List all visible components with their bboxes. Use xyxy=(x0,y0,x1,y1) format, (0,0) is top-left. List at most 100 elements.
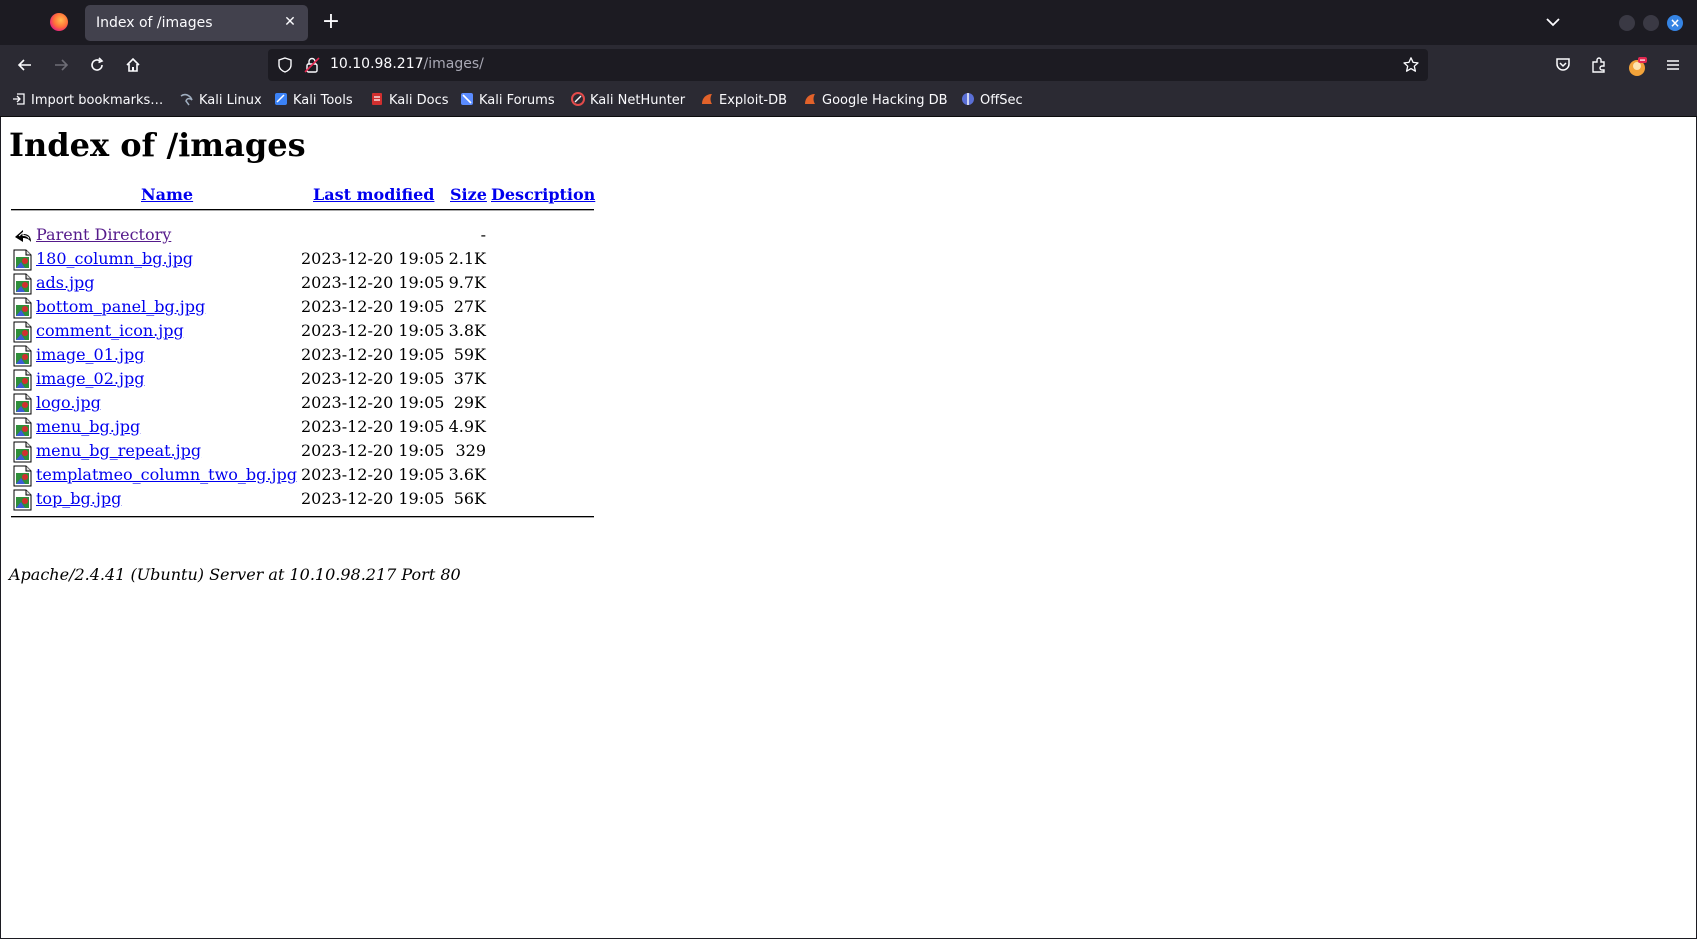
file-link[interactable]: bottom_panel_bg.jpg xyxy=(36,297,205,316)
kali-docs-icon xyxy=(370,92,384,106)
file-link[interactable]: top_bg.jpg xyxy=(36,489,121,508)
back-arrow-icon xyxy=(13,225,33,247)
ghdb-icon xyxy=(803,92,817,106)
file-link[interactable]: 180_column_bg.jpg xyxy=(36,249,193,268)
file-link[interactable]: menu_bg.jpg xyxy=(36,417,140,436)
file-size: 37K xyxy=(453,369,486,388)
bookmark-label: Kali NetHunter xyxy=(590,93,686,108)
file-size: - xyxy=(480,225,486,244)
bookmark-offsec[interactable]: OffSec xyxy=(961,92,1023,110)
column-header-description[interactable]: Description xyxy=(491,185,595,204)
table-row: top_bg.jpg 2023-12-20 19:05 56K xyxy=(11,486,594,512)
site-info-lock-icon[interactable] xyxy=(303,56,321,78)
file-size: 56K xyxy=(453,489,486,508)
bookmark-import[interactable]: Import bookmarks… xyxy=(12,92,163,110)
back-button[interactable] xyxy=(13,54,37,78)
image-file-icon xyxy=(13,345,33,367)
offsec-icon xyxy=(961,92,975,106)
image-file-icon xyxy=(13,417,33,439)
parent-directory-link[interactable]: Parent Directory xyxy=(36,225,171,244)
bookmark-kali-linux[interactable]: Kali Linux xyxy=(180,92,262,110)
home-button[interactable] xyxy=(121,54,145,78)
bookmark-label: Import bookmarks… xyxy=(31,93,164,108)
image-file-icon xyxy=(13,465,33,487)
column-header-size[interactable]: Size xyxy=(450,185,487,204)
new-tab-button[interactable]: + xyxy=(320,11,342,33)
server-signature: Apache/2.4.41 (Ubuntu) Server at 10.10.9… xyxy=(9,565,461,584)
table-row: templatmeo_column_two_bg.jpg 2023-12-20 1… xyxy=(11,462,594,488)
file-size: 329 xyxy=(455,441,486,460)
reload-button[interactable] xyxy=(85,54,109,78)
bookmark-kali-docs[interactable]: Kali Docs xyxy=(370,92,449,110)
bookmark-kali-forums[interactable]: Kali Forums xyxy=(460,92,555,110)
file-modified: 2023-12-20 19:05 xyxy=(301,489,445,508)
table-row: image_01.jpg 2023-12-20 19:05 59K xyxy=(11,342,594,368)
table-row: menu_bg.jpg 2023-12-20 19:05 4.9K xyxy=(11,414,594,440)
pocket-icon[interactable] xyxy=(1551,54,1575,78)
bookmark-exploit-db[interactable]: Exploit-DB xyxy=(700,92,787,110)
bookmark-label: Kali Linux xyxy=(199,93,262,108)
file-modified: 2023-12-20 19:05 xyxy=(301,273,445,292)
forward-button[interactable] xyxy=(49,54,73,78)
file-modified: 2023-12-20 19:05 xyxy=(301,369,445,388)
bookmark-label: Kali Forums xyxy=(479,93,555,108)
file-link[interactable]: image_02.jpg xyxy=(36,369,144,388)
file-size: 9.7K xyxy=(448,273,486,292)
navigation-toolbar: 10.10.98.217/images/ xyxy=(0,45,1697,86)
window-minimize-button[interactable] xyxy=(1619,15,1635,31)
file-link[interactable]: menu_bg_repeat.jpg xyxy=(36,441,201,460)
file-link[interactable]: templatmeo_column_two_bg.jpg xyxy=(36,465,297,484)
url-text[interactable]: 10.10.98.217/images/ xyxy=(330,56,484,72)
file-modified: 2023-12-20 19:05 xyxy=(301,321,445,340)
firefox-logo-icon[interactable] xyxy=(50,13,68,31)
image-file-icon xyxy=(13,321,33,343)
kali-forums-icon xyxy=(460,92,474,106)
extensions-icon[interactable] xyxy=(1587,54,1611,78)
image-file-icon xyxy=(13,489,33,511)
file-size: 4.9K xyxy=(448,417,486,436)
parent-directory-row: Parent Directory - xyxy=(11,222,594,248)
file-link[interactable]: comment_icon.jpg xyxy=(36,321,184,340)
file-link[interactable]: logo.jpg xyxy=(36,393,101,412)
account-avatar-icon[interactable] xyxy=(1625,54,1649,78)
header-divider xyxy=(11,209,594,211)
file-size: 2.1K xyxy=(448,249,486,268)
tracking-protection-shield-icon[interactable] xyxy=(277,57,293,77)
file-modified: 2023-12-20 19:05 xyxy=(301,249,445,268)
tab-close-icon[interactable]: ✕ xyxy=(281,13,299,31)
list-all-tabs-icon[interactable] xyxy=(1543,12,1563,32)
kali-tools-icon xyxy=(274,92,288,106)
file-link[interactable]: image_01.jpg xyxy=(36,345,144,364)
image-file-icon xyxy=(13,393,33,415)
table-row: menu_bg_repeat.jpg 2023-12-20 19:05 329 xyxy=(11,438,594,464)
url-path: /images/ xyxy=(423,56,484,72)
window-maximize-button[interactable] xyxy=(1643,15,1659,31)
table-row: logo.jpg 2023-12-20 19:05 29K xyxy=(11,390,594,416)
table-row: 180_column_bg.jpg 2023-12-20 19:05 2.1K xyxy=(11,246,594,272)
file-size: 59K xyxy=(453,345,486,364)
tab-active[interactable]: Index of /images ✕ xyxy=(85,5,308,41)
image-file-icon xyxy=(13,369,33,391)
page-viewport: Index of /images Name Last modified Size… xyxy=(1,117,1696,938)
file-link[interactable]: ads.jpg xyxy=(36,273,95,292)
window-close-button[interactable]: × xyxy=(1667,15,1683,31)
column-header-name[interactable]: Name xyxy=(141,185,193,204)
bookmark-kali-tools[interactable]: Kali Tools xyxy=(274,92,353,110)
file-size: 27K xyxy=(453,297,486,316)
table-row: ads.jpg 2023-12-20 19:05 9.7K xyxy=(11,270,594,296)
image-file-icon xyxy=(13,249,33,271)
bookmark-label: Kali Docs xyxy=(389,93,449,108)
app-menu-hamburger-icon[interactable] xyxy=(1661,54,1685,78)
bookmark-kali-nethunter[interactable]: Kali NetHunter xyxy=(571,92,685,110)
bookmark-star-icon[interactable] xyxy=(1402,56,1420,78)
bookmark-google-hacking-db[interactable]: Google Hacking DB xyxy=(803,92,948,110)
file-modified: 2023-12-20 19:05 xyxy=(301,297,445,316)
bookmarks-toolbar: Import bookmarks… Kali Linux Kali Tools … xyxy=(0,86,1697,117)
file-size: 3.6K xyxy=(448,465,486,484)
file-modified: 2023-12-20 19:05 xyxy=(301,441,445,460)
table-row: bottom_panel_bg.jpg 2023-12-20 19:05 27K xyxy=(11,294,594,320)
url-bar[interactable]: 10.10.98.217/images/ xyxy=(268,49,1428,81)
column-header-last-modified[interactable]: Last modified xyxy=(313,185,434,204)
table-row: comment_icon.jpg 2023-12-20 19:05 3.8K xyxy=(11,318,594,344)
file-modified: 2023-12-20 19:05 xyxy=(301,465,445,484)
